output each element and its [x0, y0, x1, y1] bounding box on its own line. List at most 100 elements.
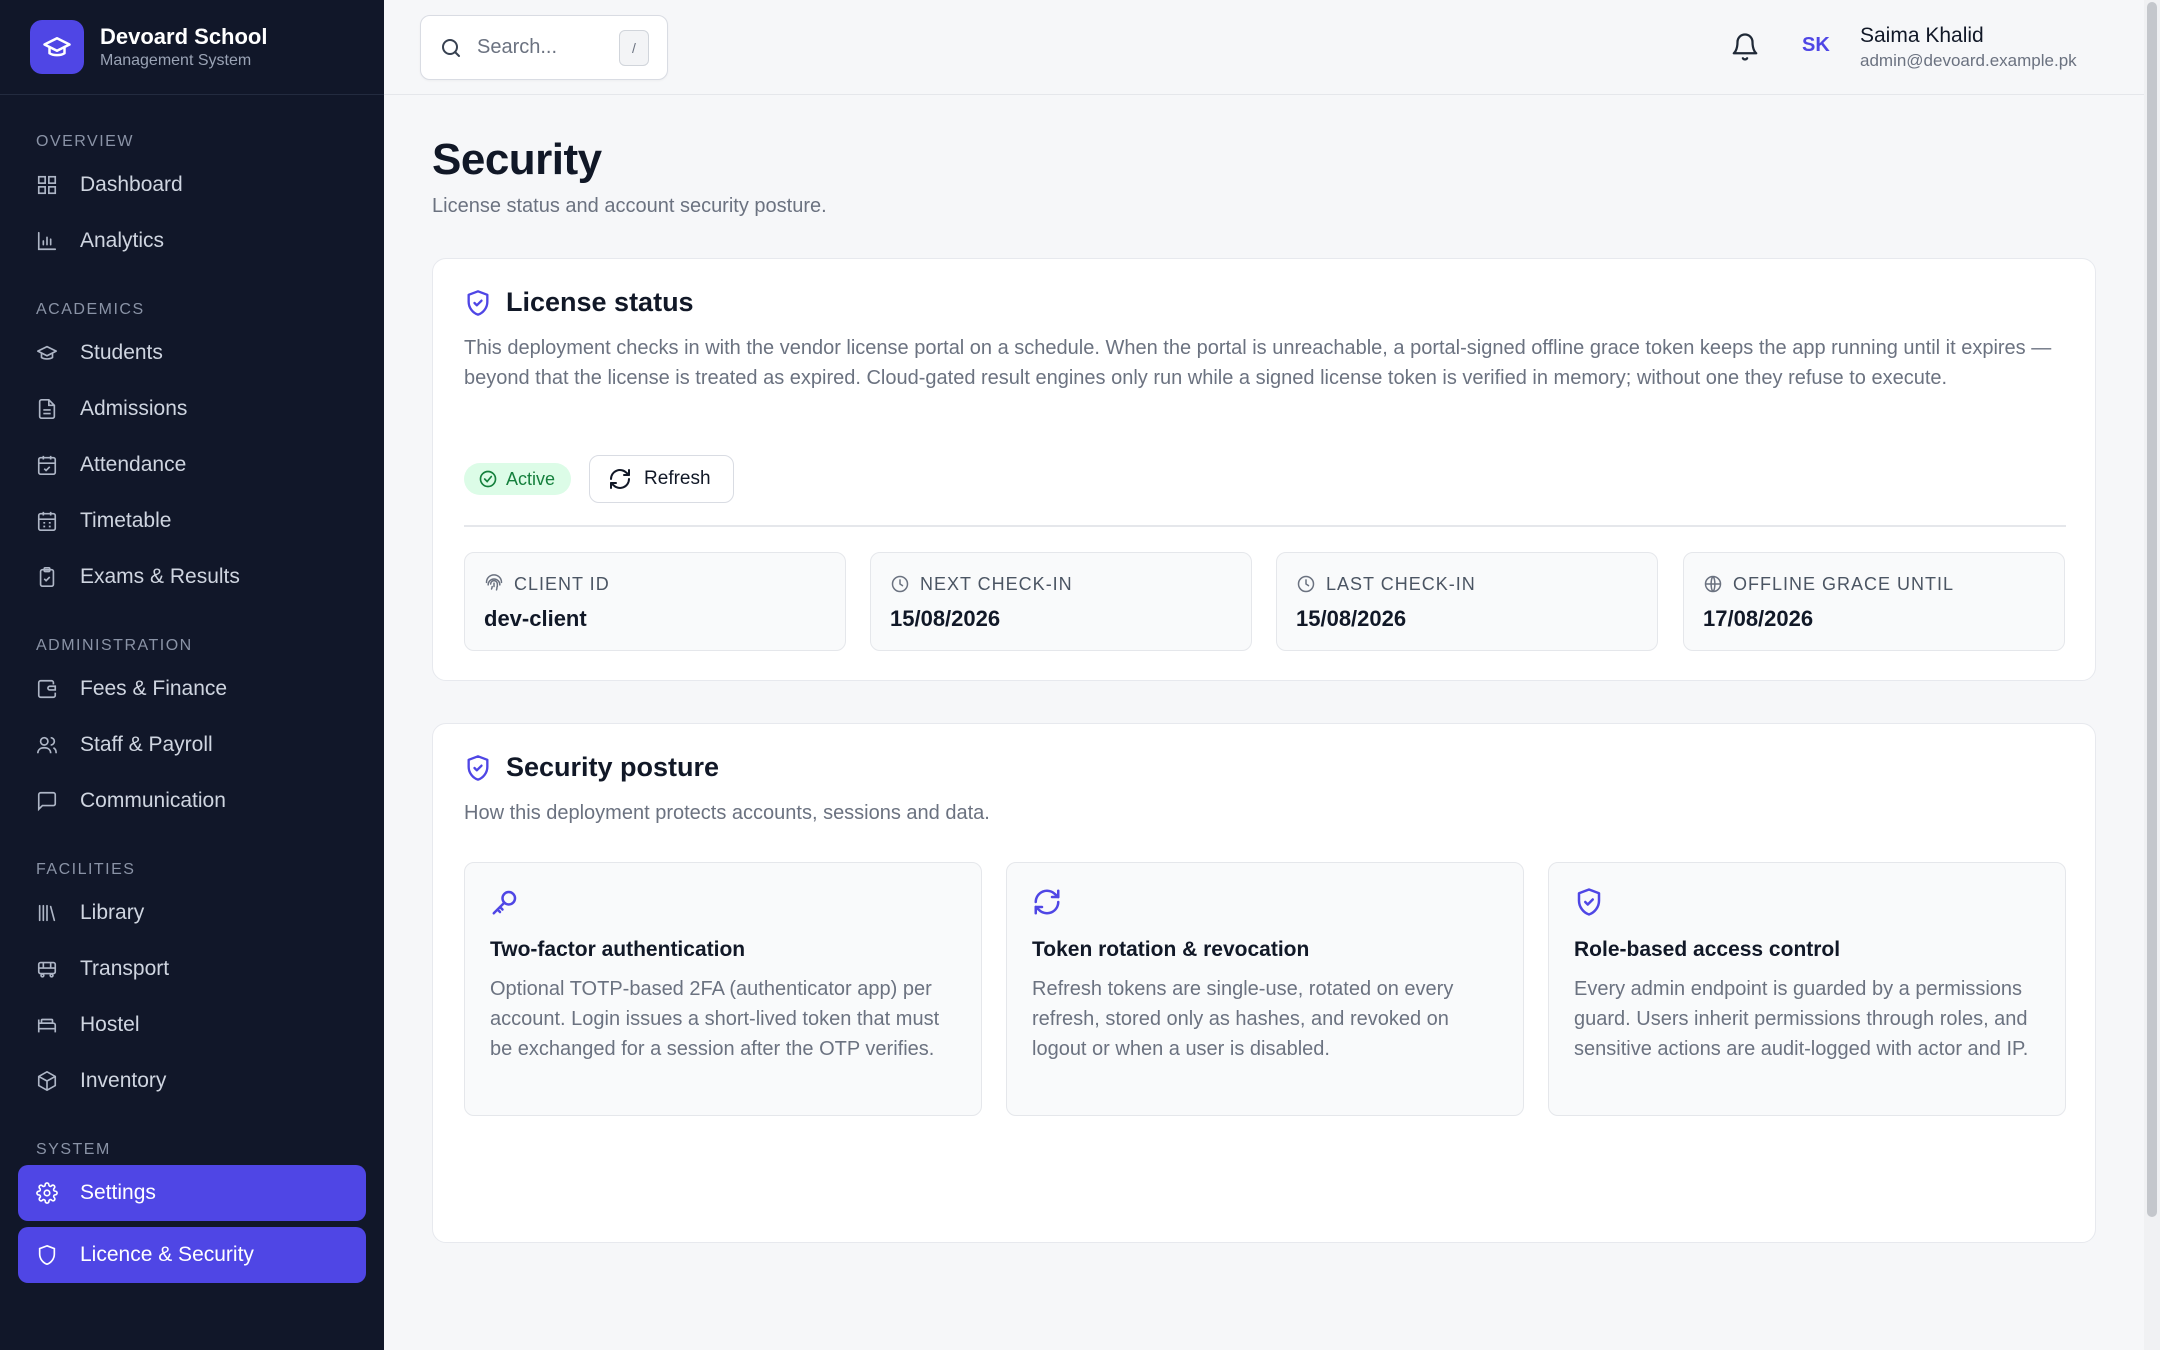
user-email: admin@devoard.example.pk [1860, 51, 2077, 70]
sidebar-item-label: Inventory [80, 1069, 167, 1092]
bed-icon [37, 1018, 57, 1033]
sidebar-item-label: Fees & Finance [80, 677, 228, 700]
stat-label: NEXT CHECK-IN [920, 573, 1073, 594]
avatar[interactable]: SK [1802, 34, 1830, 57]
calendar-check-icon [37, 455, 57, 475]
security-posture-card: Security posture How this deployment pro… [432, 723, 2096, 1243]
license-status-title: License status [506, 287, 694, 317]
sidebar-item-library[interactable]: Library [18, 885, 366, 941]
feature-token-rotation: Token rotation & revocation Refresh toke… [1006, 862, 1524, 1116]
sidebar-item-label: Transport [80, 957, 170, 980]
status-badge: Active [464, 463, 572, 495]
sidebar-nav: OVERVIEW Dashboard Analytics ACADEMICS S… [0, 95, 384, 1283]
sidebar-item-label: Hostel [80, 1013, 140, 1036]
sidebar-item-label: Dashboard [80, 173, 183, 196]
shield-check-icon [467, 754, 489, 781]
sidebar-item-hostel[interactable]: Hostel [18, 997, 366, 1053]
search-shortcut-key: / [619, 29, 649, 66]
clock-icon [1297, 575, 1315, 593]
dashboard-icon [37, 175, 57, 195]
sidebar-item-label: Analytics [80, 229, 165, 252]
user-name: Saima Khalid [1860, 24, 1984, 47]
sidebar-item-label: Staff & Payroll [80, 733, 213, 756]
sidebar-item-label: Attendance [80, 453, 187, 476]
stat-client-id: CLIENT ID dev-client [464, 552, 846, 651]
stat-value: 15/08/2026 [1296, 606, 1407, 631]
package-icon [37, 1071, 57, 1091]
status-badge-label: Active [506, 468, 556, 489]
license-status-card: License status This deployment checks in… [432, 258, 2096, 681]
sidebar-item-communication[interactable]: Communication [18, 773, 366, 829]
sidebar-item-settings[interactable]: Settings [18, 1165, 366, 1221]
sidebar-item-transport[interactable]: Transport [18, 941, 366, 997]
sidebar-item-label: Timetable [80, 509, 172, 532]
divider [464, 525, 2066, 527]
brand[interactable]: Devoard School Management System [0, 0, 384, 95]
sidebar-item-staff-payroll[interactable]: Staff & Payroll [18, 717, 366, 773]
bus-icon [37, 961, 57, 978]
security-posture-title: Security posture [506, 752, 720, 782]
user-menu[interactable]: Saima Khalid admin@devoard.example.pk [1860, 22, 2077, 72]
scrollbar[interactable] [2144, 0, 2160, 1350]
clipboard-icon [39, 567, 55, 587]
sidebar-item-analytics[interactable]: Analytics [18, 213, 366, 269]
search-placeholder: Search... [477, 36, 558, 58]
calendar-icon [37, 511, 57, 531]
sidebar-item-label: Students [80, 341, 163, 364]
key-icon [492, 890, 517, 915]
feature-title: Token rotation & revocation [1032, 938, 1310, 961]
feature-text: Optional TOTP-based 2FA (authenticator a… [490, 978, 940, 1060]
check-circle-icon [479, 470, 497, 488]
nav-section-system: SYSTEM [36, 1141, 111, 1158]
nav-section-facilities: FACILITIES [36, 861, 136, 878]
search-icon [442, 38, 460, 57]
wallet-icon [37, 679, 57, 699]
sidebar-item-label: Exams & Results [80, 565, 240, 588]
sidebar-item-label: Admissions [80, 397, 188, 420]
stat-last-check-in: LAST CHECK-IN 15/08/2026 [1276, 552, 1658, 651]
feature-text: Every admin endpoint is guarded by a per… [1574, 978, 2029, 1060]
feature-two-factor: Two-factor authentication Optional TOTP-… [464, 862, 982, 1116]
sidebar-item-exams-results[interactable]: Exams & Results [18, 549, 366, 605]
brand-subtitle: Management System [100, 52, 252, 69]
library-icon [38, 904, 56, 922]
shield-icon [38, 1244, 56, 1266]
refresh-button-label: Refresh [644, 468, 711, 489]
message-icon [37, 791, 57, 812]
users-icon [37, 736, 57, 754]
gear-icon [36, 1182, 58, 1204]
search-input[interactable]: Search... / [420, 15, 668, 80]
stat-label: OFFLINE GRACE UNTIL [1733, 573, 1955, 594]
security-posture-subtitle: How this deployment protects accounts, s… [464, 802, 990, 824]
stat-offline-grace-until: OFFLINE GRACE UNTIL 17/08/2026 [1683, 552, 2065, 651]
bell-icon[interactable] [1730, 32, 1760, 62]
sidebar-item-admissions[interactable]: Admissions [18, 381, 366, 437]
sidebar: Devoard School Management System OVERVIE… [0, 0, 384, 1350]
stat-label: CLIENT ID [514, 573, 610, 594]
sidebar-item-students[interactable]: Students [18, 325, 366, 381]
nav-section-academics: ACADEMICS [36, 301, 145, 318]
sidebar-item-label: Licence & Security [80, 1243, 254, 1266]
feature-title: Role-based access control [1574, 938, 1841, 961]
scrollbar-thumb[interactable] [2147, 2, 2157, 1217]
stat-value: dev-client [484, 606, 587, 631]
stat-value: 17/08/2026 [1703, 606, 1814, 631]
sidebar-item-inventory[interactable]: Inventory [18, 1053, 366, 1109]
chart-icon [37, 231, 57, 251]
refresh-icon [1034, 889, 1060, 915]
sidebar-item-attendance[interactable]: Attendance [18, 437, 366, 493]
page-subtitle: License status and account security post… [432, 195, 827, 217]
sidebar-item-dashboard[interactable]: Dashboard [18, 157, 366, 213]
sidebar-item-label: Settings [80, 1181, 156, 1204]
document-icon [38, 399, 56, 419]
sidebar-item-timetable[interactable]: Timetable [18, 493, 366, 549]
globe-icon [1704, 575, 1722, 593]
refresh-button[interactable]: Refresh [589, 455, 734, 503]
feature-text: Refresh tokens are single-use, rotated o… [1032, 978, 1454, 1060]
feature-rbac: Role-based access control Every admin en… [1548, 862, 2066, 1116]
stat-next-check-in: NEXT CHECK-IN 15/08/2026 [870, 552, 1252, 651]
sidebar-item-licence-security[interactable]: Licence & Security [18, 1227, 366, 1283]
clock-icon [891, 575, 909, 593]
shield-check-icon [467, 289, 489, 316]
sidebar-item-fees-finance[interactable]: Fees & Finance [18, 661, 366, 717]
